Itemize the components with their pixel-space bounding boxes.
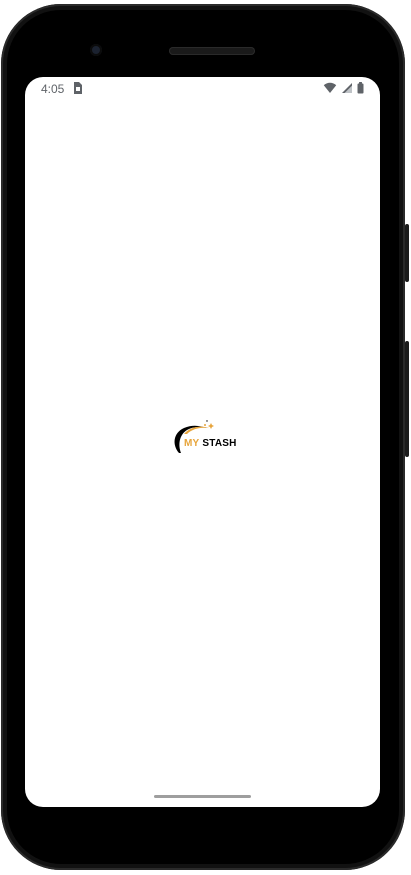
battery-icon	[357, 81, 364, 97]
sim-card-icon	[72, 81, 83, 97]
logo-text-my: MY	[184, 438, 200, 449]
logo-text: MY STASH	[184, 438, 237, 449]
status-time: 4:05	[41, 82, 65, 96]
home-indicator[interactable]	[154, 795, 251, 798]
earpiece-speaker	[169, 47, 255, 55]
front-camera-icon	[90, 44, 102, 56]
logo-text-stash: STASH	[202, 438, 237, 449]
volume-button	[405, 341, 409, 457]
cellular-signal-icon	[341, 82, 353, 97]
status-right	[323, 81, 364, 97]
my-stash-logo: MY STASH	[170, 415, 240, 463]
app-screen: 4:05 MY STASH	[25, 77, 380, 807]
power-button	[405, 224, 409, 282]
status-bar: 4:05	[25, 77, 380, 101]
wifi-icon	[323, 82, 337, 97]
status-left: 4:05	[41, 81, 83, 97]
